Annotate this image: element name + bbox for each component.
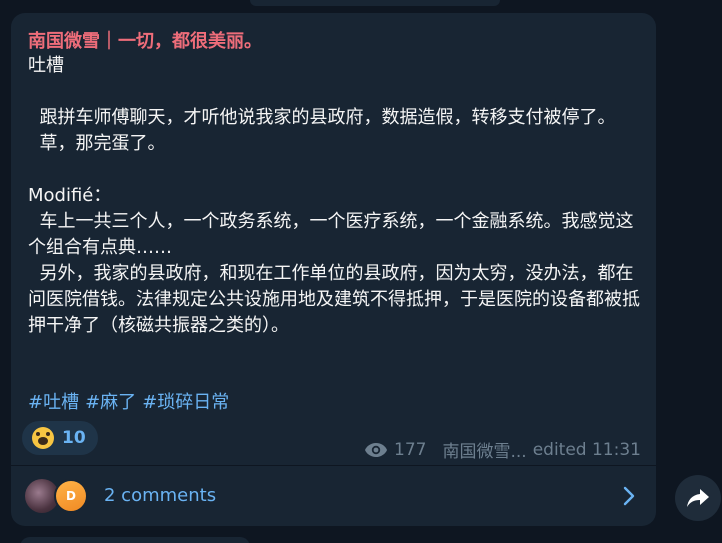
comments-button[interactable]: D 2 comments bbox=[11, 466, 656, 526]
reaction-count: 10 bbox=[62, 428, 86, 448]
message-meta: 177 南国微雪... edited 11:31 bbox=[364, 437, 641, 462]
hashtag-tucao[interactable]: #吐槽 bbox=[28, 392, 79, 413]
chat-view: 南国微雪｜一切，都很美丽。 吐槽 跟拼车师傅聊天，才听他说我家的县政府，数据造假… bbox=[0, 0, 722, 543]
post-author: 南国微雪... bbox=[442, 442, 527, 462]
edited-time: edited 11:31 bbox=[532, 439, 641, 460]
view-count: 177 bbox=[394, 439, 427, 460]
share-button[interactable] bbox=[675, 475, 721, 521]
share-arrow-icon bbox=[687, 489, 709, 507]
hashtag-list: #吐槽 #麻了 #琐碎日常 bbox=[28, 390, 235, 416]
hashtag-suosui-richang[interactable]: #琐碎日常 bbox=[142, 392, 229, 413]
chevron-right-icon bbox=[623, 486, 635, 506]
channel-post-bubble: 南国微雪｜一切，都很美丽。 吐槽 跟拼车师傅聊天，才听他说我家的县政府，数据造假… bbox=[11, 13, 656, 526]
channel-name[interactable]: 南国微雪｜一切，都很美丽。 bbox=[28, 27, 262, 53]
commenter-avatar-initial: D bbox=[54, 479, 88, 513]
message-text: 吐槽 跟拼车师傅聊天，才听他说我家的县政府，数据造假，转移支付被停了。 草，那完… bbox=[28, 55, 640, 336]
hashtag-mala[interactable]: #麻了 bbox=[85, 392, 136, 413]
next-message-bubble bbox=[20, 537, 250, 543]
previous-message-bubble bbox=[250, 0, 500, 6]
eye-icon bbox=[365, 442, 388, 457]
comments-label: 2 comments bbox=[104, 485, 217, 506]
scream-emoji-icon bbox=[32, 427, 54, 449]
reaction-chip[interactable]: 10 bbox=[22, 421, 98, 455]
